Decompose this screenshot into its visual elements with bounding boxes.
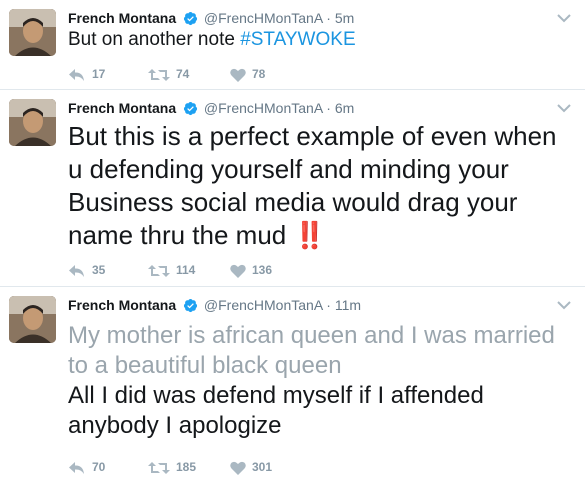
like-icon (230, 461, 246, 475)
retweet-button[interactable]: 114 (148, 260, 195, 280)
like-button[interactable]: 78 (230, 64, 265, 84)
separator: · (326, 100, 331, 116)
retweet-button[interactable]: 74 (148, 64, 189, 84)
hashtag-link[interactable]: #STAYWOKE (240, 29, 355, 50)
reply-count: 35 (92, 263, 106, 277)
tweet-header: French Montana @FrencHMonTanA · 6m (68, 98, 354, 118)
avatar[interactable] (9, 296, 56, 343)
handle[interactable]: @FrencHMonTanA (204, 100, 322, 116)
retweet-count: 74 (176, 67, 190, 81)
handle[interactable]: @FrencHMonTanA (204, 10, 322, 26)
reply-icon (69, 462, 84, 474)
display-name[interactable]: French Montana (68, 10, 176, 26)
avatar[interactable] (9, 9, 56, 56)
reply-icon (69, 69, 84, 81)
verified-badge-icon (183, 101, 198, 121)
reply-button[interactable]: 35 (68, 260, 105, 280)
tweet-text: But on another note #STAYWOKE (68, 28, 565, 52)
tweet-header: French Montana @FrencHMonTanA · 11m (68, 295, 361, 315)
display-name[interactable]: French Montana (68, 100, 176, 116)
retweet-icon (148, 69, 170, 81)
separator: · (326, 10, 331, 26)
like-button[interactable]: 301 (230, 457, 272, 477)
timestamp[interactable]: 11m (335, 297, 361, 313)
verified-badge-icon (183, 298, 198, 318)
like-count: 136 (252, 263, 273, 277)
retweet-count: 114 (176, 263, 196, 277)
caret-down-icon[interactable] (557, 10, 571, 23)
timestamp[interactable]: 6m (335, 100, 354, 116)
caret-down-icon[interactable] (557, 100, 571, 113)
separator: · (326, 297, 331, 313)
tweet-text-plain: But on another note (68, 29, 241, 50)
tweet[interactable]: French Montana @FrencHMonTanA · 6m But t… (0, 90, 585, 287)
double-exclamation-emoji: ‼️ (293, 220, 325, 250)
tweet-text: My mother is african queen and I was mar… (68, 321, 565, 441)
reply-count: 17 (92, 67, 106, 81)
retweet-icon (148, 462, 170, 474)
tweet[interactable]: French Montana @FrencHMonTanA · 11m My m… (0, 287, 585, 484)
reply-button[interactable]: 17 (68, 64, 105, 84)
retweet-icon (148, 265, 170, 277)
display-name[interactable]: French Montana (68, 297, 176, 313)
handle[interactable]: @FrencHMonTanA (204, 297, 322, 313)
tweet-text: But this is a perfect example of even wh… (68, 120, 565, 252)
retweet-button[interactable]: 185 (148, 457, 196, 477)
tweet[interactable]: French Montana @FrencHMonTanA · 5m But o… (0, 0, 585, 90)
retweet-count: 185 (176, 460, 197, 474)
tweet-text-faded: My mother is african queen and I was mar… (68, 322, 562, 379)
reply-count: 70 (92, 460, 106, 474)
like-icon (230, 264, 246, 278)
tweet-text-plain: All I did was defend myself if I affende… (68, 382, 491, 439)
avatar[interactable] (9, 99, 56, 146)
timestamp[interactable]: 5m (335, 10, 354, 26)
tweet-header: French Montana @FrencHMonTanA · 5m (68, 8, 354, 28)
like-count: 301 (252, 460, 273, 474)
like-count: 78 (252, 67, 266, 81)
caret-down-icon[interactable] (557, 297, 571, 310)
like-button[interactable]: 136 (230, 260, 272, 280)
like-icon (230, 68, 246, 82)
reply-icon (69, 265, 84, 277)
reply-button[interactable]: 70 (68, 457, 105, 477)
